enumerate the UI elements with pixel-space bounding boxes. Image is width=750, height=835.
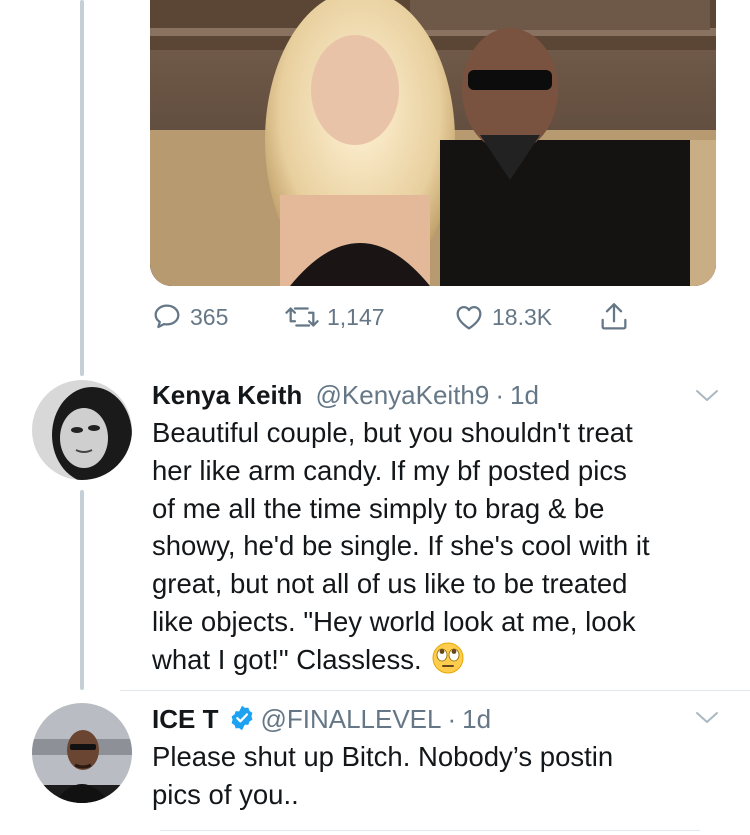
- retweet-count: 1,147: [327, 303, 385, 330]
- separator: ·: [495, 380, 505, 410]
- chevron-down-icon[interactable]: [694, 710, 720, 726]
- reply-icon: [154, 304, 180, 329]
- tweet-line: Please shut up Bitch. Nobody’s postin: [152, 741, 614, 772]
- avatar-image: [32, 380, 132, 480]
- share-button[interactable]: [597, 300, 631, 334]
- separator: ·: [447, 704, 457, 734]
- tweet-line: Beautiful couple, but you shouldn't trea…: [152, 417, 633, 448]
- like-button[interactable]: 18.3K: [452, 300, 552, 334]
- avatar[interactable]: [32, 703, 132, 803]
- tweet-header: Kenya Keith @KenyaKeith9 · 1d: [152, 380, 539, 411]
- tweet-line-last: what I got!" Classless.: [152, 641, 722, 679]
- couple-photo: [150, 0, 716, 286]
- display-name[interactable]: ICE T: [152, 704, 218, 734]
- display-name[interactable]: Kenya Keith: [152, 380, 302, 410]
- tweet-text: Please shut up Bitch. Nobody’s postin pi…: [152, 738, 722, 814]
- like-count: 18.3K: [492, 303, 553, 330]
- user-handle[interactable]: @KenyaKeith9: [316, 380, 490, 410]
- tweet-text: Beautiful couple, but you shouldn't trea…: [152, 414, 722, 679]
- user-handle[interactable]: @FINALLEVEL: [260, 704, 441, 734]
- thread-line: [80, 0, 84, 376]
- thread-line: [80, 490, 84, 690]
- tweet-header: ICE T @FINALLEVEL · 1d: [152, 704, 491, 735]
- heart-icon: [456, 305, 482, 330]
- avatar[interactable]: [32, 380, 132, 480]
- avatar-image: [32, 703, 132, 803]
- reply-count: 365: [190, 303, 229, 330]
- retweet-icon: [285, 307, 319, 327]
- divider: [120, 690, 750, 691]
- tweet-line: showy, he'd be single. If she's cool wit…: [152, 530, 650, 562]
- reply-button[interactable]: 365: [150, 300, 228, 334]
- share-icon: [601, 303, 627, 330]
- timestamp[interactable]: 1d: [462, 704, 491, 734]
- tweet-photo[interactable]: [150, 0, 716, 286]
- divider: [160, 830, 700, 831]
- face-with-rolling-eyes-emoji: [432, 642, 464, 674]
- tweet-line: great, but not all of us like to be trea…: [152, 568, 628, 600]
- tweet-action-bar: 365 1,147 18.3K: [150, 300, 650, 340]
- chevron-down-icon[interactable]: [694, 388, 720, 404]
- timestamp[interactable]: 1d: [510, 380, 539, 410]
- tweet-line: what I got!" Classless.: [152, 643, 422, 675]
- verified-badge-icon: [232, 705, 253, 731]
- tweet-line: her like arm candy. If my bf posted pics: [152, 454, 627, 486]
- retweet-button[interactable]: 1,147: [283, 300, 385, 334]
- tweet-line: of me all the time simply to brag & be: [152, 492, 605, 524]
- tweet-line: pics of you..: [152, 778, 299, 810]
- tweet-line: like objects. "Hey world look at me, loo…: [152, 605, 636, 637]
